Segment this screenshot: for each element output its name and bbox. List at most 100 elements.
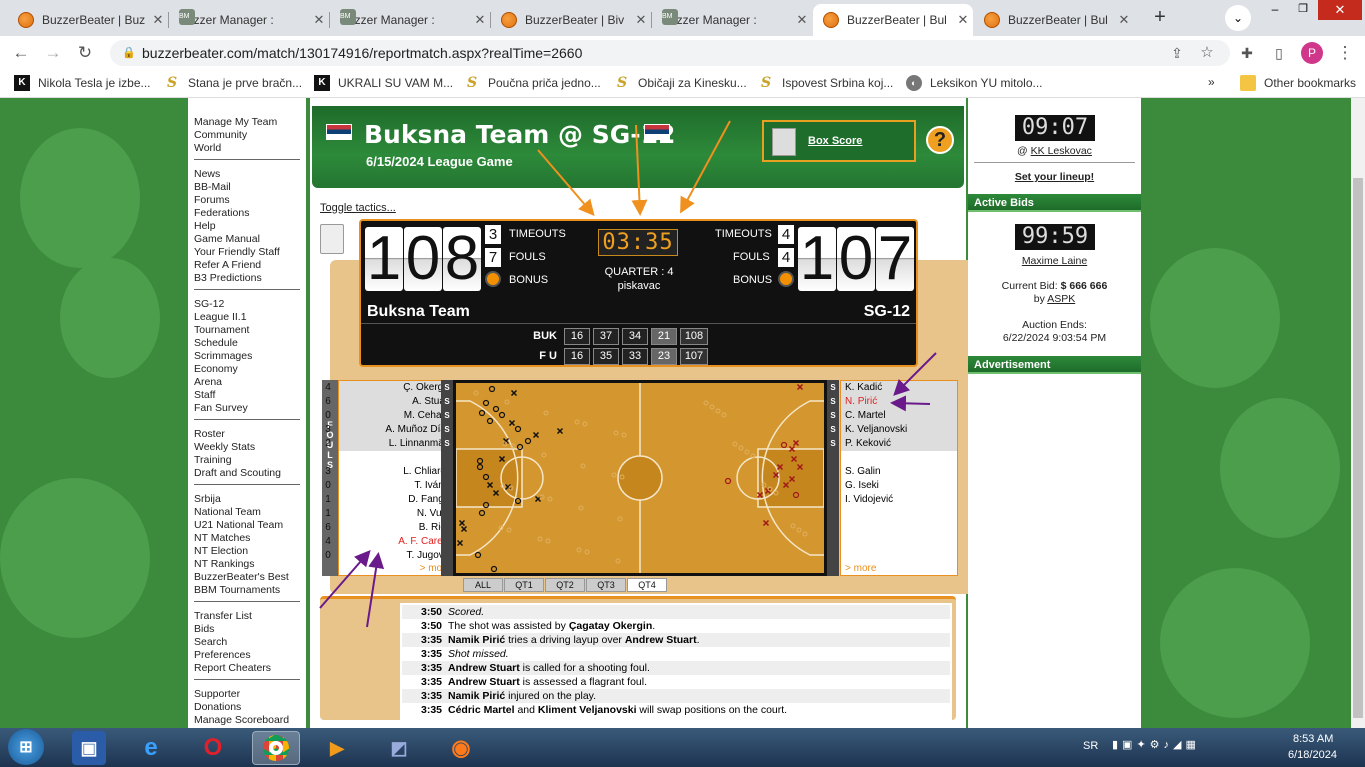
nav-link[interactable]: Roster (194, 428, 300, 441)
menu-icon[interactable]: ⋮ (1334, 42, 1356, 64)
nav-link[interactable]: Game Manual (194, 233, 300, 246)
nav-link[interactable]: NT Matches (194, 532, 300, 545)
nav-link[interactable]: Help (194, 220, 300, 233)
help-icon[interactable]: ? (926, 126, 954, 154)
nav-link[interactable]: Draft and Scouting (194, 467, 300, 480)
browser-tab[interactable]: BuzzerBeater | Buz ✕ (8, 4, 168, 36)
opponent-link[interactable]: KK Leskovac (1031, 145, 1092, 157)
toggle-tactics-link[interactable]: Toggle tactics... (320, 202, 396, 214)
tab-search-icon[interactable]: ⌄ (1225, 5, 1251, 31)
profile-avatar[interactable]: P (1301, 42, 1323, 64)
browser-tab[interactable]: BuzzerBeater | Bul ✕ (974, 4, 1134, 36)
roster-row[interactable]: N. Pirić1 (841, 395, 974, 409)
opera-icon[interactable]: O (196, 731, 230, 765)
nav-link[interactable]: BB-Mail (194, 181, 300, 194)
sidepanel-icon[interactable]: ▯ (1268, 42, 1290, 64)
roster-row[interactable]: Ç. Okergin 4 (325, 381, 455, 395)
language-indicator[interactable]: SR (1083, 740, 1098, 752)
roster-row[interactable]: G. Iseki2 (841, 479, 974, 493)
bookmark-item[interactable]: S Običaji za Kinesku... (614, 75, 747, 91)
set-lineup-link[interactable]: Set your lineup! (968, 171, 1141, 183)
player-name[interactable]: C. Martel (845, 409, 886, 423)
nav-link[interactable]: World (194, 142, 300, 155)
browser-tab[interactable]: BM Buzzer Manager : ✕ (169, 4, 329, 36)
tab-all[interactable]: ALL (463, 578, 503, 592)
tab-qt4[interactable]: QT4 (627, 578, 667, 592)
bookmark-item[interactable]: S Poučna priča jedno... (464, 75, 601, 91)
nav-link[interactable]: Scrimmages (194, 350, 300, 363)
nav-link[interactable]: Staff (194, 389, 300, 402)
clock-date[interactable]: 6/18/2024 (1288, 749, 1337, 761)
roster-row[interactable] (841, 507, 957, 521)
nav-link[interactable]: Weekly Stats (194, 441, 300, 454)
tab-qt2[interactable]: QT2 (545, 578, 585, 592)
roster-row[interactable]: K. Veljanovski0 (841, 423, 974, 437)
roster-row[interactable]: P. Keković1 (841, 437, 974, 451)
bookmark-item[interactable]: S Ispovest Srbina koj... (758, 75, 893, 91)
nav-link[interactable]: Donations (194, 701, 300, 714)
nav-link[interactable]: Economy (194, 363, 300, 376)
player-name[interactable]: N. Pirić (845, 395, 877, 409)
forward-icon[interactable]: → (42, 42, 64, 64)
clock-time[interactable]: 8:53 AM (1293, 733, 1333, 745)
restore-button[interactable]: ❐ (1290, 2, 1316, 18)
browser-tab[interactable]: BM Buzzer Manager : ✕ (330, 4, 490, 36)
notes-app-icon[interactable]: ◩ (382, 731, 416, 765)
close-tab-icon[interactable]: ✕ (953, 12, 973, 28)
bidder-link[interactable]: ASPK (1047, 293, 1075, 305)
player-name[interactable]: K. Veljanovski (845, 423, 907, 437)
nav-link[interactable]: BuzzerBeater's Best (194, 571, 300, 584)
nav-link[interactable]: U21 National Team (194, 519, 300, 532)
close-tab-icon[interactable]: ✕ (792, 12, 812, 28)
roster-row[interactable] (841, 549, 957, 563)
nav-link[interactable]: Community (194, 129, 300, 142)
roster-row[interactable]: T. Iványi 0 (325, 479, 455, 493)
reload-icon[interactable]: ↻ (74, 42, 96, 64)
tactics-document-icon[interactable] (320, 224, 344, 254)
nav-link[interactable]: League II.1 (194, 311, 300, 324)
star-icon[interactable]: ☆ (1196, 42, 1218, 64)
browser-tab[interactable]: BuzzerBeater | Bul ✕ (813, 4, 973, 36)
bookmark-item[interactable]: ◐ Leksikon YU mitolo... (906, 75, 1043, 91)
player-name[interactable]: P. Keković (845, 437, 891, 451)
nav-link[interactable]: Transfer List (194, 610, 300, 623)
extensions-icon[interactable]: ✚ (1236, 42, 1258, 64)
nav-link[interactable]: SG-12 (194, 298, 300, 311)
back-icon[interactable]: ← (10, 42, 32, 64)
nav-link[interactable]: Preferences (194, 649, 300, 662)
roster-row[interactable]: A. Stuart 6 (325, 395, 455, 409)
player-name[interactable]: K. Kadić (845, 381, 882, 395)
roster-row[interactable]: M. Cehajić 0 (325, 409, 455, 423)
nav-link[interactable]: Fan Survey (194, 402, 300, 415)
nav-link[interactable]: Training (194, 454, 300, 467)
roster-row[interactable]: L. Chliaros 3 (325, 465, 455, 479)
bookmark-item[interactable]: K UKRALI SU VAM M... (314, 75, 453, 91)
minimize-button[interactable]: – (1262, 2, 1288, 18)
tray-icons[interactable]: ▮▣✦⚙♪◢▦ (1112, 738, 1200, 751)
nav-link[interactable]: Arena (194, 376, 300, 389)
roster-row[interactable]: B. Rico 6 (325, 521, 455, 535)
roster-row[interactable] (841, 521, 957, 535)
nav-link[interactable]: Your Friendly Staff (194, 246, 300, 259)
roster-row[interactable]: K. Kadić2 (841, 381, 974, 395)
new-tab-button[interactable]: + (1148, 6, 1172, 30)
scrollbar-thumb[interactable] (1353, 178, 1363, 718)
nav-link[interactable]: Tournament (194, 324, 300, 337)
tab-qt1[interactable]: QT1 (504, 578, 544, 592)
nav-link[interactable]: Bids (194, 623, 300, 636)
roster-row[interactable] (339, 451, 455, 465)
close-tab-icon[interactable]: ✕ (1114, 12, 1134, 28)
browser-tab[interactable]: BM Buzzer Manager : ✕ (652, 4, 812, 36)
share-icon[interactable]: ⇪ (1166, 42, 1188, 64)
nav-link[interactable]: Supporter (194, 688, 300, 701)
tab-qt3[interactable]: QT3 (586, 578, 626, 592)
nav-link[interactable]: Manage Scoreboard (194, 714, 300, 727)
nav-link[interactable]: Search (194, 636, 300, 649)
player-name[interactable]: S. Galin (845, 465, 881, 479)
url-input[interactable]: 🔒 buzzerbeater.com/match/130174916/repor… (110, 40, 1230, 66)
roster-row[interactable]: N. Vulić 1 (325, 507, 455, 521)
nav-link[interactable]: Srbija (194, 493, 300, 506)
nav-link[interactable]: NT Rankings (194, 558, 300, 571)
nav-link[interactable]: Manage My Team (194, 116, 300, 129)
roster-row[interactable]: C. Martel3 (841, 409, 974, 423)
